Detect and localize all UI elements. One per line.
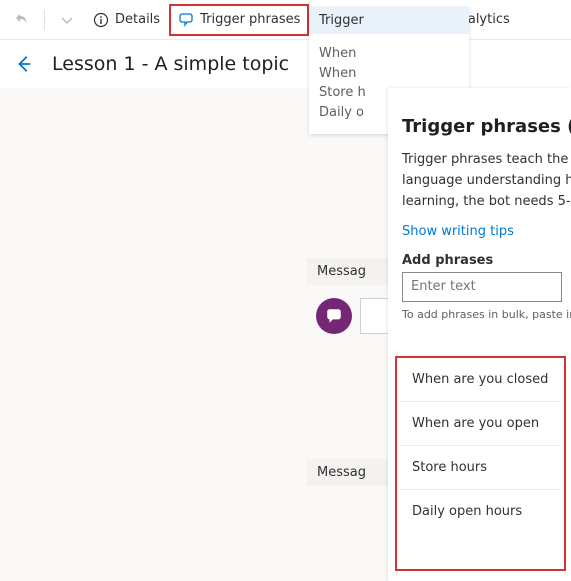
writing-tips-link[interactable]: Show writing tips <box>402 224 514 239</box>
add-phrases-label: Add phrases <box>402 253 571 268</box>
undo-button <box>6 5 38 35</box>
top-toolbar: Details Trigger phrases {x} Variables An… <box>0 0 571 40</box>
message-content-box[interactable] <box>360 298 390 334</box>
panel-description-line: Trigger phrases teach the bot <box>402 151 571 170</box>
panel-title: Trigger phrases (4) <box>402 116 571 137</box>
trigger-icon <box>178 12 194 28</box>
panel-description-line: learning, the bot needs 5-10 s <box>402 193 571 212</box>
phrase-item[interactable]: Daily open hours <box>400 490 560 533</box>
info-icon <box>93 12 109 28</box>
message-node-header[interactable]: Messag <box>307 258 397 285</box>
message-node-header[interactable]: Messag <box>307 459 397 486</box>
bulk-hint: To add phrases in bulk, paste in line-se… <box>402 308 571 321</box>
phrase-item[interactable]: When are you closed <box>400 358 560 402</box>
undo-icon <box>14 12 30 28</box>
trigger-line: When <box>319 44 459 64</box>
chevron-down-icon <box>59 12 75 28</box>
chevron-down-button <box>51 5 83 35</box>
trigger-phrases-button[interactable]: Trigger phrases <box>170 5 308 35</box>
details-label: Details <box>115 12 160 27</box>
bot-avatar <box>316 298 352 334</box>
toolbar-divider <box>44 10 45 30</box>
chat-icon <box>325 307 343 325</box>
trigger-line: When <box>319 64 459 84</box>
trigger-phrases-label: Trigger phrases <box>200 12 300 27</box>
panel-description-line: language understanding help <box>402 172 571 191</box>
phrase-list: When are you closed When are you open St… <box>400 358 560 533</box>
trigger-card-header: Trigger <box>309 7 469 34</box>
phrase-item[interactable]: When are you open <box>400 402 560 446</box>
add-phrase-input[interactable] <box>402 272 562 302</box>
page-title: Lesson 1 - A simple topic <box>52 53 289 75</box>
page-header: Lesson 1 - A simple topic <box>0 40 571 88</box>
details-button[interactable]: Details <box>85 5 168 35</box>
phrase-item[interactable]: Store hours <box>400 446 560 490</box>
back-button[interactable] <box>8 48 40 80</box>
arrow-left-icon <box>15 55 33 73</box>
